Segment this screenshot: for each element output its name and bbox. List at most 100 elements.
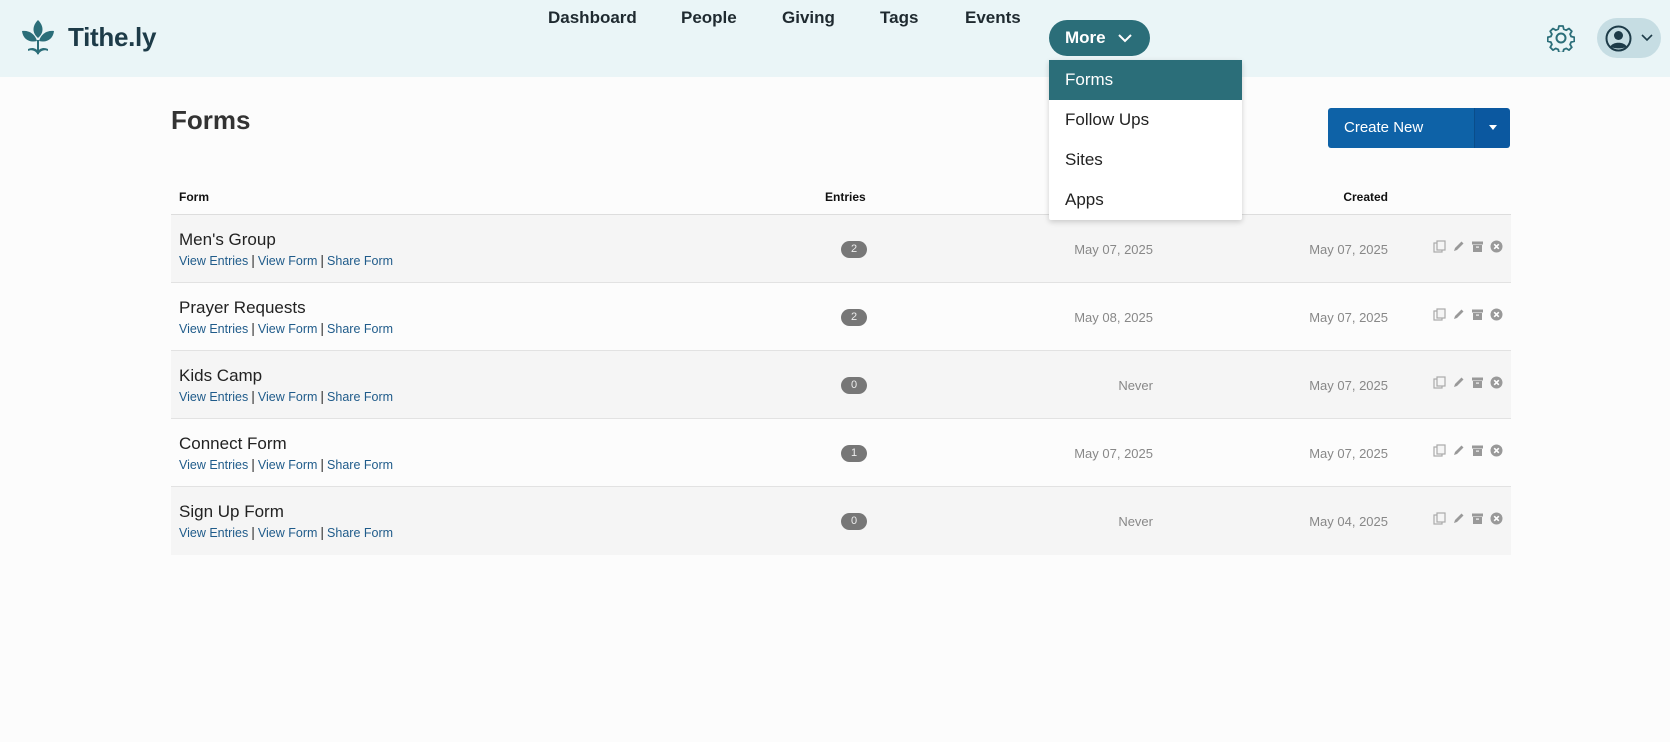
more-dropdown-menu: Forms Follow Ups Sites Apps (1049, 60, 1242, 220)
menu-item-sites[interactable]: Sites (1049, 140, 1242, 180)
last-entry-date: Never (1118, 378, 1153, 393)
table-body: Men's Group View Entries | View Form | Share … (171, 215, 1511, 555)
table-row: Sign Up Form View Entries | View Form | Share… (171, 487, 1511, 555)
link-separator: | (320, 320, 325, 336)
form-links: View Entries | View Form | Share Form (179, 320, 393, 336)
created-date: May 04, 2025 (1309, 514, 1388, 529)
edit-icon[interactable] (1452, 512, 1465, 525)
link-separator: | (251, 252, 255, 268)
form-links: View Entries | View Form | Share Form (179, 388, 393, 404)
archive-icon[interactable] (1471, 512, 1484, 525)
link-separator: | (251, 524, 255, 540)
column-header-entries: Entries (825, 190, 866, 204)
menu-item-forms[interactable]: Forms (1049, 60, 1242, 100)
nav-giving[interactable]: Giving (782, 0, 835, 36)
view-form-link[interactable]: View Form (258, 458, 318, 472)
user-avatar-icon (1605, 25, 1632, 52)
delete-icon[interactable] (1490, 376, 1503, 389)
form-name: Sign Up Form (179, 502, 284, 521)
link-separator: | (251, 456, 255, 472)
view-form-link[interactable]: View Form (258, 254, 318, 268)
entries-count-badge: 2 (841, 309, 867, 326)
table-row: Connect Form View Entries | View Form | Share… (171, 419, 1511, 487)
copy-icon[interactable] (1433, 240, 1446, 253)
nav-people[interactable]: People (681, 0, 737, 36)
menu-item-follow-ups[interactable]: Follow Ups (1049, 100, 1242, 140)
edit-icon[interactable] (1452, 240, 1465, 253)
gear-icon[interactable] (1547, 24, 1575, 52)
edit-icon[interactable] (1452, 308, 1465, 321)
form-name: Kids Camp (179, 366, 263, 385)
nav-more-button[interactable]: More (1049, 20, 1150, 56)
copy-icon[interactable] (1433, 376, 1446, 389)
nav-more-label: More (1065, 28, 1106, 47)
brand-name: Tithe.ly (68, 21, 157, 52)
last-entry-date: May 07, 2025 (1074, 242, 1153, 257)
table-header: Form Entries Created (171, 178, 1511, 215)
link-separator: | (320, 456, 325, 472)
link-separator: | (320, 524, 325, 540)
form-links: View Entries | View Form | Share Form (179, 252, 393, 268)
column-header-form: Form (179, 190, 209, 204)
share-form-link[interactable]: Share Form (327, 458, 393, 472)
row-actions (1433, 444, 1503, 457)
view-entries-link[interactable]: View Entries (179, 254, 248, 268)
entries-count-badge: 1 (841, 445, 867, 462)
view-form-link[interactable]: View Form (258, 390, 318, 404)
archive-icon[interactable] (1471, 240, 1484, 253)
page-title: Forms (171, 105, 251, 135)
last-entry-date: May 08, 2025 (1074, 310, 1153, 325)
link-separator: | (320, 388, 325, 404)
copy-icon[interactable] (1433, 308, 1446, 321)
form-name: Connect Form (179, 434, 287, 453)
copy-icon[interactable] (1433, 512, 1446, 525)
entries-count-badge: 2 (841, 241, 867, 258)
nav-dashboard[interactable]: Dashboard (548, 0, 637, 36)
form-links: View Entries | View Form | Share Form (179, 524, 393, 540)
created-date: May 07, 2025 (1309, 242, 1388, 257)
copy-icon[interactable] (1433, 444, 1446, 457)
archive-icon[interactable] (1471, 376, 1484, 389)
nav-tags[interactable]: Tags (880, 0, 918, 36)
created-date: May 07, 2025 (1309, 378, 1388, 393)
entries-count-badge: 0 (841, 377, 867, 394)
view-form-link[interactable]: View Form (258, 526, 318, 540)
menu-item-apps[interactable]: Apps (1049, 180, 1242, 220)
table-row: Kids Camp View Entries | View Form | Share Fo… (171, 351, 1511, 419)
link-separator: | (251, 320, 255, 336)
form-links: View Entries | View Form | Share Form (179, 456, 393, 472)
delete-icon[interactable] (1490, 512, 1503, 525)
view-entries-link[interactable]: View Entries (179, 458, 248, 472)
edit-icon[interactable] (1452, 444, 1465, 457)
share-form-link[interactable]: Share Form (327, 526, 393, 540)
link-separator: | (251, 388, 255, 404)
view-form-link[interactable]: View Form (258, 322, 318, 336)
form-name: Men's Group (179, 230, 276, 249)
share-form-link[interactable]: Share Form (327, 322, 393, 336)
row-actions (1433, 512, 1503, 525)
create-form-dropdown-toggle[interactable] (1474, 108, 1510, 148)
forms-table: Form Entries Created Men's Group View Ent… (171, 178, 1511, 555)
leaf-logo-icon (22, 20, 54, 55)
edit-icon[interactable] (1452, 376, 1465, 389)
delete-icon[interactable] (1490, 240, 1503, 253)
view-entries-link[interactable]: View Entries (179, 526, 248, 540)
chevron-down-icon (1118, 34, 1132, 43)
last-entry-date: Never (1118, 514, 1153, 529)
link-separator: | (320, 252, 325, 268)
delete-icon[interactable] (1490, 308, 1503, 321)
share-form-link[interactable]: Share Form (327, 390, 393, 404)
archive-icon[interactable] (1471, 444, 1484, 457)
archive-icon[interactable] (1471, 308, 1484, 321)
create-new-form-button[interactable]: Create New Form (1328, 108, 1474, 148)
delete-icon[interactable] (1490, 444, 1503, 457)
brand-logo[interactable]: Tithe.ly (20, 18, 156, 56)
create-form-button-group: Create New Form (1328, 108, 1510, 148)
user-menu-button[interactable] (1597, 18, 1661, 58)
created-date: May 07, 2025 (1309, 446, 1388, 461)
column-header-created: Created (1343, 190, 1388, 204)
view-entries-link[interactable]: View Entries (179, 390, 248, 404)
view-entries-link[interactable]: View Entries (179, 322, 248, 336)
nav-events[interactable]: Events (965, 0, 1021, 36)
share-form-link[interactable]: Share Form (327, 254, 393, 268)
